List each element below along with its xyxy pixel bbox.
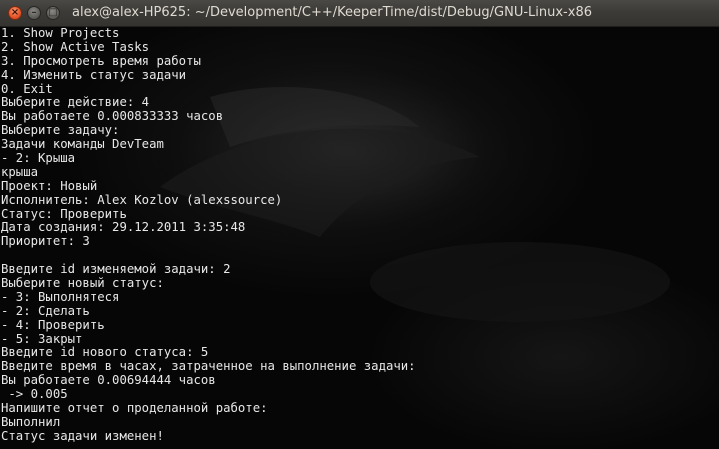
terminal-area[interactable]: 1. Show Projects 2. Show Active Tasks 3.…: [0, 27, 719, 449]
terminal-line: Статус задачи изменен!: [1, 428, 164, 443]
terminal-line: 2. Show Active Tasks: [1, 39, 150, 54]
minimize-icon: –: [31, 7, 37, 18]
terminal-line: Выберите новый статус:: [1, 276, 164, 291]
terminal-line: Задачи команды DevTeam: [1, 137, 164, 152]
terminal-line: Дата создания: 29.12.2011 3:35:48: [1, 220, 246, 235]
terminal-line: Вы работаете 0.00694444 часов: [1, 373, 216, 388]
terminal-line: Исполнитель: Alex Kozlov (alexssource): [1, 192, 283, 207]
terminal-line: -> 0.005: [1, 387, 68, 402]
terminal-line: 4. Изменить статус задачи: [1, 67, 187, 82]
terminal-line: Введите время в часах, затраченное на вы…: [1, 359, 416, 374]
terminal-line: - 2: Крыша: [1, 151, 76, 166]
terminal-line: - 5: Закрыт: [1, 331, 83, 346]
terminal-line: Статус: Проверить: [1, 206, 127, 221]
close-icon: ×: [10, 7, 20, 18]
terminal-line: - 3: Выполнятеся: [1, 289, 120, 304]
terminal-line: Проект: Новый: [1, 178, 98, 193]
maximize-icon: □: [48, 7, 58, 18]
terminal-line: 0. Exit: [1, 81, 53, 96]
terminal-line: - 4: Проверить: [1, 317, 105, 332]
title-bar[interactable]: × – □ alex@alex-HP625: ~/Development/C++…: [0, 0, 719, 27]
terminal-output: 1. Show Projects 2. Show Active Tasks 3.…: [1, 27, 717, 444]
terminal-line: крыша: [1, 164, 39, 179]
terminal-line: Приоритет: 3: [1, 234, 90, 249]
minimize-window-button[interactable]: –: [27, 6, 41, 20]
terminal-line: Напишите отчет о проделанной работе:: [1, 401, 268, 416]
terminal-window: × – □ alex@alex-HP625: ~/Development/C++…: [0, 0, 719, 449]
close-window-button[interactable]: ×: [8, 6, 22, 20]
terminal-line: 1. Show Projects: [1, 27, 120, 40]
terminal-line: 3. Просмотреть время работы: [1, 53, 201, 68]
window-title: alex@alex-HP625: ~/Development/C++/Keepe…: [72, 5, 592, 20]
terminal-line: Выполнил: [1, 414, 61, 429]
maximize-window-button[interactable]: □: [46, 6, 60, 20]
terminal-line: Вы работаете 0.000833333 часов: [1, 109, 224, 124]
terminal-line: Выберите задачу:: [1, 123, 120, 138]
terminal-line: Выберите действие: 4: [1, 95, 150, 110]
terminal-line: Введите id нового статуса: 5: [1, 345, 209, 360]
terminal-line: - 2: Сделать: [1, 303, 90, 318]
terminal-line: Введите id изменяемой задачи: 2: [1, 262, 231, 277]
